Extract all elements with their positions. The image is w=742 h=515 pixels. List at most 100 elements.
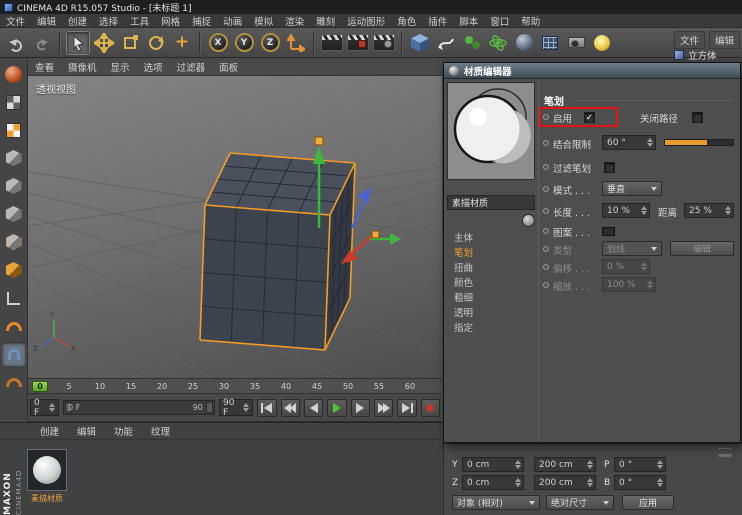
subdivision-surface-button[interactable] xyxy=(460,31,484,55)
undo-button[interactable] xyxy=(4,31,28,55)
mm-menu-create[interactable]: 创建 xyxy=(32,424,67,438)
live-selection-tool[interactable] xyxy=(66,31,90,55)
vp-menu-display[interactable]: 显示 xyxy=(104,60,137,74)
coordinate-system-button[interactable] xyxy=(284,31,308,55)
primitive-cube-button[interactable] xyxy=(408,31,432,55)
spinner-arrows[interactable] xyxy=(647,138,653,147)
channel-opacity[interactable]: 透明 xyxy=(447,304,535,319)
play-button[interactable] xyxy=(327,399,346,417)
material-preview[interactable] xyxy=(447,82,535,180)
end-frame-field[interactable]: 90 F xyxy=(219,399,253,416)
menu-tools[interactable]: 工具 xyxy=(124,14,155,28)
axis-mode-button[interactable] xyxy=(2,286,26,310)
mm-menu-texture[interactable]: 纹理 xyxy=(143,424,178,438)
goto-end-button[interactable] xyxy=(397,399,416,417)
previous-key-button[interactable] xyxy=(281,399,300,417)
combine-limit-slider[interactable] xyxy=(664,139,734,146)
next-key-button[interactable] xyxy=(374,399,393,417)
channel-distort[interactable]: 扭曲 xyxy=(447,259,535,274)
combine-limit-field[interactable]: 60 ° xyxy=(602,135,656,150)
last-tool-button[interactable]: + xyxy=(170,31,194,55)
texture-mode-button[interactable] xyxy=(2,118,26,142)
vp-menu-camera[interactable]: 摄像机 xyxy=(61,60,104,74)
menu-script[interactable]: 脚本 xyxy=(453,14,484,28)
preview-range-slider[interactable]: 0 F 90 F xyxy=(63,400,215,415)
preview-options-button[interactable] xyxy=(522,214,535,227)
channel-assign[interactable]: 指定 xyxy=(447,319,535,334)
anim-dot-icon[interactable] xyxy=(543,140,549,146)
timeline-ruler[interactable]: 0 5 10 15 20 25 30 35 40 45 50 55 60 xyxy=(28,378,442,394)
enable-checkbox[interactable]: ✓ xyxy=(584,112,595,123)
spinner-arrows[interactable] xyxy=(657,460,663,469)
record-button[interactable] xyxy=(421,399,440,417)
spinner-arrows[interactable] xyxy=(515,478,521,487)
size-y-field[interactable]: 200 cm xyxy=(534,457,596,472)
titlebar[interactable]: CINEMA 4D R15.057 Studio - [未标题 1] xyxy=(0,0,742,14)
model-mode-button[interactable] xyxy=(2,146,26,170)
snap-enable-button[interactable] xyxy=(2,342,26,366)
length-field[interactable]: 10 % xyxy=(602,203,650,218)
mm-menu-function[interactable]: 功能 xyxy=(106,424,141,438)
spinner-arrows[interactable] xyxy=(587,478,593,487)
spinner-arrows[interactable] xyxy=(587,460,593,469)
object-manager-item-cube[interactable]: 立方体 xyxy=(674,48,717,62)
om-menu-file[interactable]: 文件 xyxy=(674,31,705,49)
camera-button[interactable] xyxy=(564,31,588,55)
anim-dot-icon[interactable] xyxy=(543,228,549,234)
render-view-button[interactable] xyxy=(320,31,344,55)
channel-strokes[interactable]: 笔划 xyxy=(447,244,535,259)
render-settings-button[interactable] xyxy=(372,31,396,55)
rotation-p-field[interactable]: 0 ° xyxy=(614,457,666,472)
spinner-arrows[interactable] xyxy=(243,403,249,412)
om-menu-edit[interactable]: 编辑 xyxy=(709,31,740,49)
vp-menu-filter[interactable]: 过滤器 xyxy=(170,60,213,74)
mm-menu-edit[interactable]: 编辑 xyxy=(69,424,104,438)
menu-mograph[interactable]: 运动图形 xyxy=(341,14,391,28)
menu-help[interactable]: 帮助 xyxy=(515,14,546,28)
menu-edit[interactable]: 编辑 xyxy=(31,14,62,28)
move-tool[interactable] xyxy=(92,31,116,55)
spinner-arrows[interactable] xyxy=(657,478,663,487)
goto-start-button[interactable] xyxy=(257,399,276,417)
vp-menu-options[interactable]: 选项 xyxy=(137,60,170,74)
apply-button[interactable]: 应用 xyxy=(622,495,674,510)
spline-pen-button[interactable] xyxy=(434,31,458,55)
filter-strokes-checkbox[interactable] xyxy=(604,162,615,173)
make-editable-button[interactable] xyxy=(2,90,26,114)
material-editor-titlebar[interactable]: 材质编辑器 xyxy=(444,63,740,79)
menu-file[interactable]: 文件 xyxy=(0,14,31,28)
size-mode-dropdown[interactable]: 绝对尺寸 xyxy=(546,495,614,510)
anim-dot-icon[interactable] xyxy=(543,164,549,170)
current-frame-field[interactable]: 0 F xyxy=(30,399,59,416)
spinner-arrows[interactable] xyxy=(725,206,731,215)
channel-thickness[interactable]: 粗细 xyxy=(447,289,535,304)
workplane-button[interactable] xyxy=(2,370,26,394)
light-button[interactable] xyxy=(590,31,614,55)
menu-simulate[interactable]: 模拟 xyxy=(248,14,279,28)
object-mode-button[interactable] xyxy=(2,174,26,198)
rotation-b-field[interactable]: 0 ° xyxy=(614,475,666,490)
perspective-viewport[interactable]: 透视视图 Y X Z xyxy=(28,76,442,378)
y-axis-lock-button[interactable]: Y xyxy=(232,31,256,55)
viewport-view-label[interactable]: 透视视图 xyxy=(36,81,76,96)
spinner-arrows[interactable] xyxy=(641,206,647,215)
anim-dot-icon[interactable] xyxy=(543,114,549,120)
menu-snap[interactable]: 捕捉 xyxy=(186,14,217,28)
array-button[interactable] xyxy=(538,31,562,55)
environment-sphere-button[interactable] xyxy=(512,31,536,55)
object-mode-dropdown[interactable]: 对象 (相对) xyxy=(452,495,540,510)
menu-sculpt[interactable]: 雕刻 xyxy=(310,14,341,28)
menu-mesh[interactable]: 网格 xyxy=(155,14,186,28)
size-z-field[interactable]: 200 cm xyxy=(534,475,596,490)
render-to-picture-viewer-button[interactable] xyxy=(346,31,370,55)
menu-animate[interactable]: 动画 xyxy=(217,14,248,28)
redo-button[interactable] xyxy=(30,31,54,55)
menu-select[interactable]: 选择 xyxy=(93,14,124,28)
position-z-field[interactable]: 0 cm xyxy=(462,475,524,490)
scale-tool[interactable] xyxy=(118,31,142,55)
mode-dropdown[interactable]: 垂直 xyxy=(602,181,662,196)
material-thumbnail-label[interactable]: 素描材质 xyxy=(18,493,76,504)
previous-frame-button[interactable] xyxy=(304,399,323,417)
vp-menu-panel[interactable]: 面板 xyxy=(212,60,245,74)
edge-mode-button[interactable] xyxy=(2,230,26,254)
